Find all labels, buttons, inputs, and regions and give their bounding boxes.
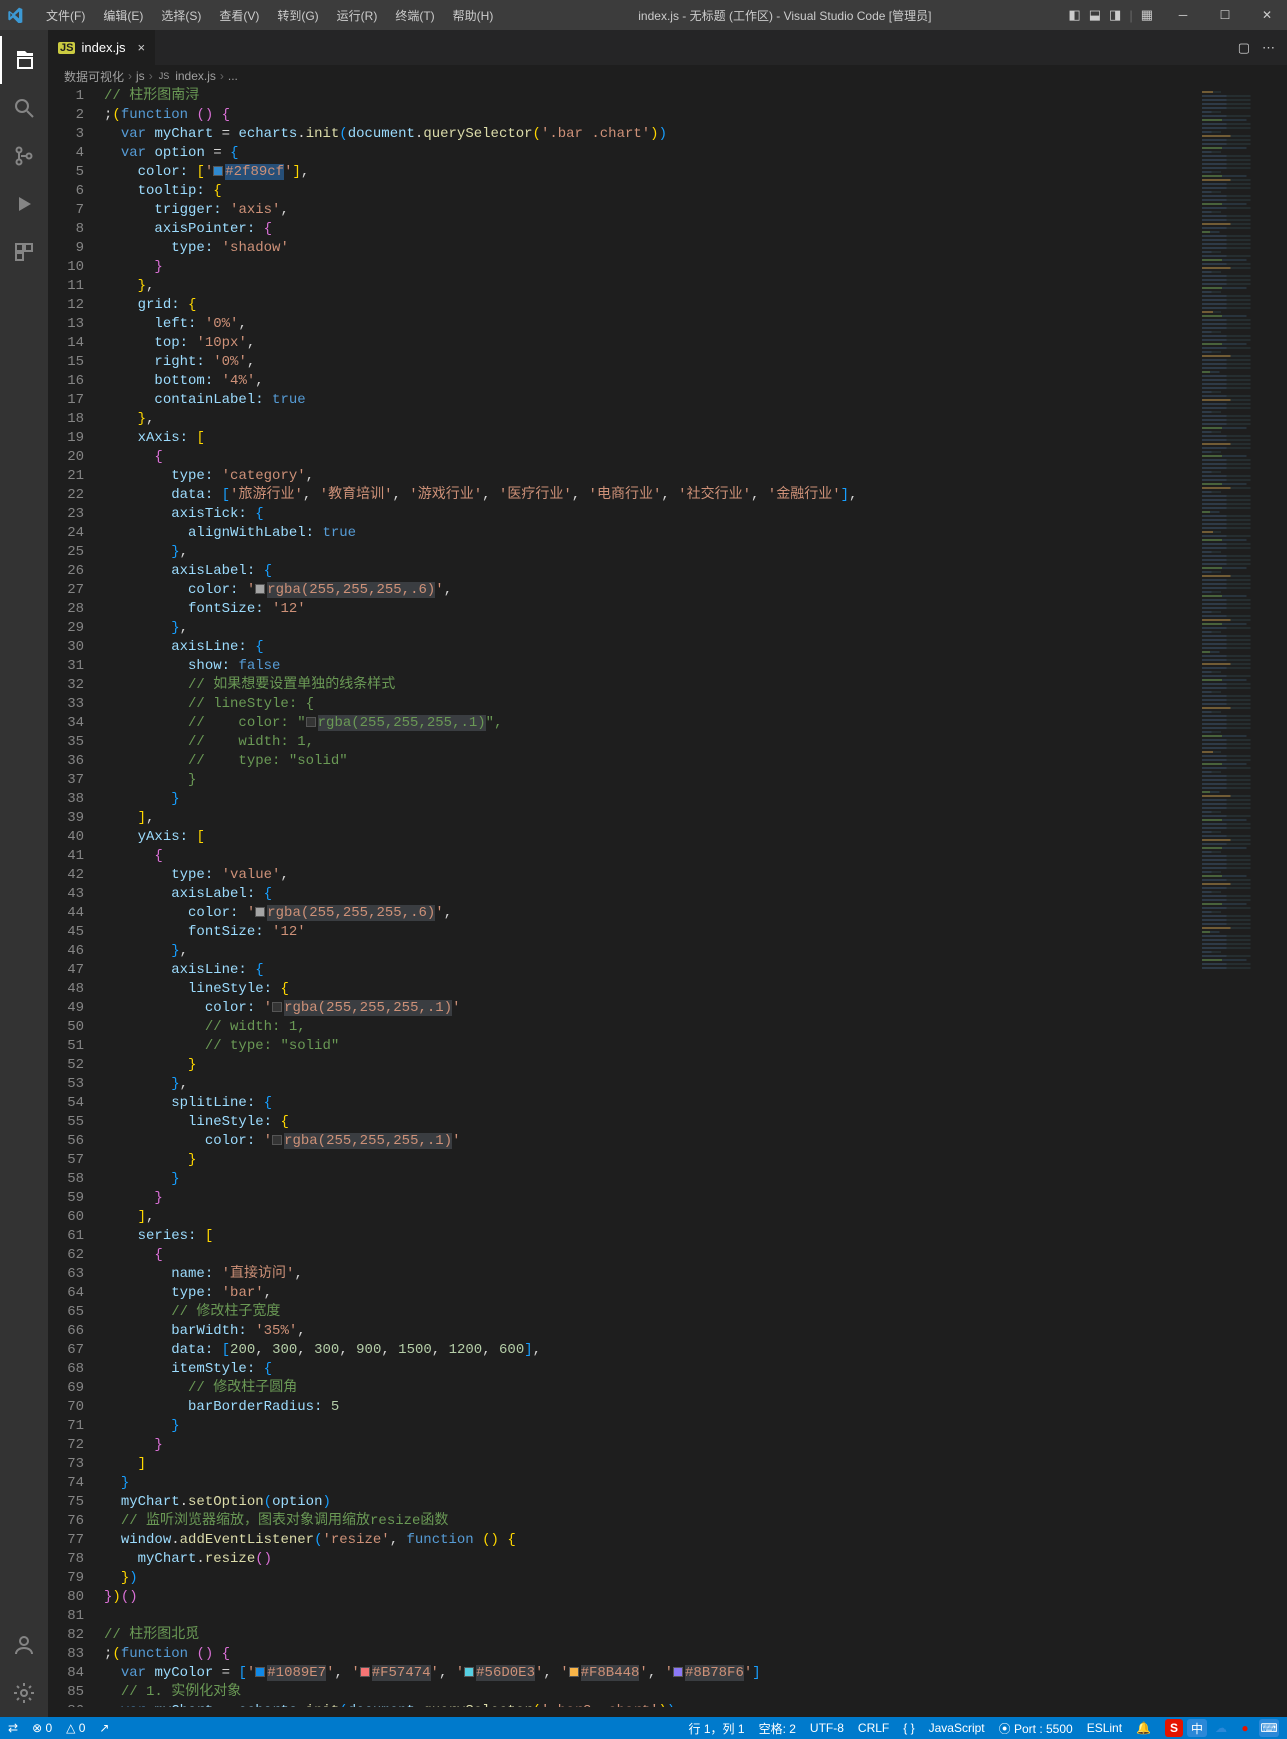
- status-live-server[interactable]: ⦿ Port : 5500: [999, 1720, 1073, 1737]
- panel-left-icon[interactable]: ◧: [1068, 7, 1080, 23]
- more-actions-icon[interactable]: ⋯: [1262, 40, 1275, 56]
- ime-keyboard-icon[interactable]: ⌨: [1259, 1719, 1279, 1737]
- account-icon[interactable]: [0, 1621, 48, 1669]
- status-bar: ⇄ ⊗ 0 △ 0 ↗ 行 1，列 1 空格: 2 UTF-8 CRLF { }…: [0, 1717, 1287, 1739]
- menu-item[interactable]: 查看(V): [211, 3, 267, 28]
- code-editor[interactable]: 1234567891011121314151617181920212223242…: [48, 87, 1197, 1707]
- menu-item[interactable]: 运行(R): [329, 3, 386, 28]
- menu-item[interactable]: 编辑(E): [95, 3, 151, 28]
- status-lang-icon: { }: [903, 1721, 914, 1735]
- window-title: index.js - 无标题 (工作区) - Visual Studio Cod…: [501, 7, 1068, 24]
- vscode-logo-icon: [0, 7, 30, 23]
- status-language[interactable]: JavaScript: [929, 1721, 985, 1735]
- layout-icon[interactable]: ▦: [1141, 7, 1153, 23]
- ime-mic-icon[interactable]: ●: [1235, 1719, 1255, 1737]
- tab-close-icon[interactable]: ×: [138, 40, 146, 55]
- activity-bar: [0, 30, 48, 1717]
- menu-item[interactable]: 选择(S): [153, 3, 209, 28]
- status-bell-icon[interactable]: 🔔: [1136, 1721, 1151, 1735]
- status-warnings[interactable]: △ 0: [66, 1721, 85, 1735]
- split-editor-icon[interactable]: ▢: [1238, 40, 1250, 56]
- tab-index-js[interactable]: JS index.js ×: [48, 30, 155, 65]
- status-eslint[interactable]: ESLint: [1087, 1721, 1122, 1735]
- layout-controls[interactable]: ◧ ⬓ ◨ | ▦: [1068, 7, 1163, 23]
- system-tray: S 中 ☁ ● ⌨: [1165, 1719, 1279, 1737]
- editor-group: JS index.js × ▢ ⋯ 数据可视化 › js › JS index.…: [48, 30, 1287, 1717]
- breadcrumb-seg[interactable]: 数据可视化: [64, 68, 124, 85]
- minimap[interactable]: [1197, 87, 1287, 1707]
- panel-right-icon[interactable]: ◨: [1109, 7, 1121, 23]
- ime-logo-icon[interactable]: S: [1165, 1719, 1183, 1737]
- remote-icon[interactable]: ⇄: [8, 1721, 18, 1735]
- search-icon[interactable]: [0, 84, 48, 132]
- run-debug-icon[interactable]: [0, 180, 48, 228]
- tab-label: index.js: [81, 40, 125, 55]
- javascript-file-icon: JS: [58, 42, 75, 54]
- panel-bottom-icon[interactable]: ⬓: [1089, 7, 1101, 23]
- titlebar: 文件(F)编辑(E)选择(S)查看(V)转到(G)运行(R)终端(T)帮助(H)…: [0, 0, 1287, 30]
- status-port-forward-icon[interactable]: ↗: [99, 1721, 109, 1735]
- javascript-file-icon: JS: [157, 71, 172, 81]
- horizontal-scrollbar[interactable]: [48, 1707, 1287, 1717]
- editor-tabs: JS index.js × ▢ ⋯: [48, 30, 1287, 65]
- ime-cloud-icon[interactable]: ☁: [1211, 1719, 1231, 1737]
- breadcrumb-seg[interactable]: index.js: [175, 69, 216, 83]
- menu-bar[interactable]: 文件(F)编辑(E)选择(S)查看(V)转到(G)运行(R)终端(T)帮助(H): [30, 3, 501, 28]
- menu-item[interactable]: 文件(F): [38, 3, 93, 28]
- close-button[interactable]: ✕: [1247, 8, 1287, 22]
- breadcrumbs[interactable]: 数据可视化 › js › JS index.js › ...: [48, 65, 1287, 87]
- source-control-icon[interactable]: [0, 132, 48, 180]
- minimize-button[interactable]: ─: [1163, 8, 1203, 22]
- status-spaces[interactable]: 空格: 2: [759, 1720, 796, 1737]
- ime-mode-icon[interactable]: 中: [1187, 1719, 1207, 1737]
- menu-item[interactable]: 帮助(H): [445, 3, 502, 28]
- window-controls[interactable]: ─ ☐ ✕: [1163, 8, 1287, 22]
- breadcrumb-seg[interactable]: js: [136, 69, 145, 83]
- extensions-icon[interactable]: [0, 228, 48, 276]
- settings-gear-icon[interactable]: [0, 1669, 48, 1717]
- maximize-button[interactable]: ☐: [1205, 8, 1245, 22]
- explorer-icon[interactable]: [0, 36, 48, 84]
- status-errors[interactable]: ⊗ 0: [32, 1721, 52, 1735]
- status-ln-col[interactable]: 行 1，列 1: [689, 1720, 745, 1737]
- breadcrumb-seg[interactable]: ...: [228, 69, 238, 83]
- status-eol[interactable]: CRLF: [858, 1721, 889, 1735]
- status-encoding[interactable]: UTF-8: [810, 1721, 844, 1735]
- menu-item[interactable]: 转到(G): [269, 3, 326, 28]
- menu-item[interactable]: 终端(T): [387, 3, 442, 28]
